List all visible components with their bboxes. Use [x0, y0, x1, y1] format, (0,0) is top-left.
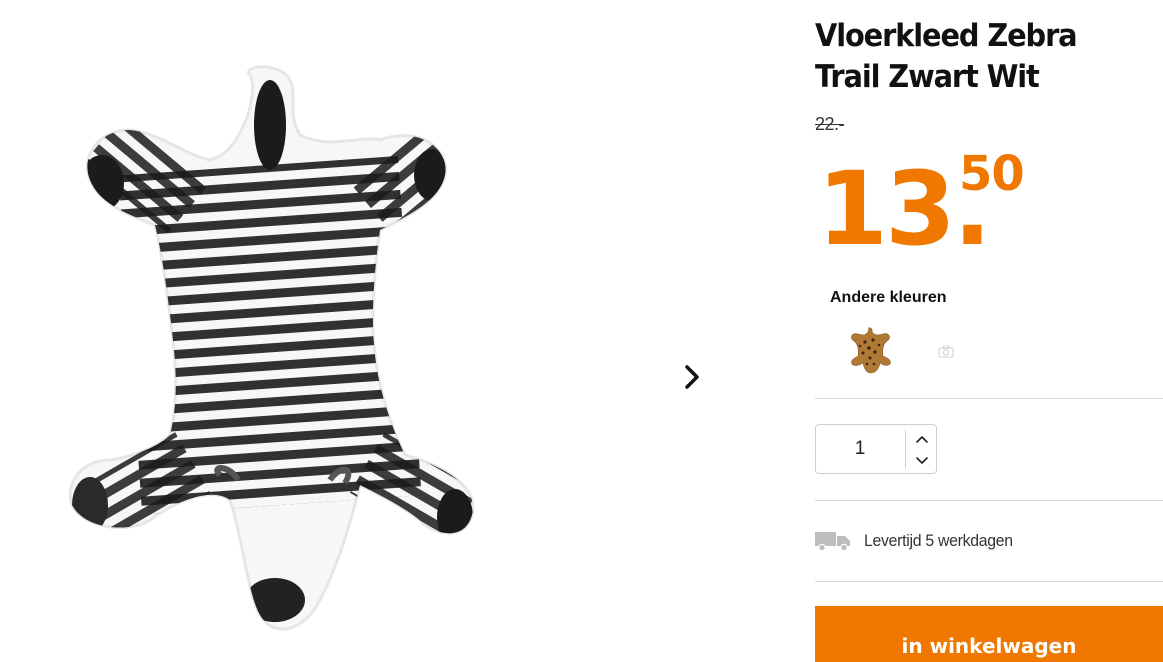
chevron-right-icon: [685, 365, 699, 389]
quantity-increase-button[interactable]: [910, 429, 934, 449]
leopard-rug-thumbnail: [851, 327, 891, 374]
color-swatch-leopard[interactable]: [845, 326, 895, 376]
divider: [815, 581, 1163, 582]
delivery-time-text: Levertijd 5 werkdagen: [864, 531, 1013, 550]
next-image-arrow[interactable]: [676, 360, 708, 394]
chevron-up-icon: [916, 436, 928, 443]
product-info: Vloerkleed Zebra Trail Zwart Wit 22.- 13…: [815, 0, 1163, 662]
product-title: Vloerkleed Zebra Trail Zwart Wit: [815, 18, 1078, 95]
divider: [815, 500, 1163, 501]
other-colors-label: Andere kleuren: [830, 289, 947, 306]
chevron-down-icon: [916, 457, 928, 464]
product-image: [68, 65, 475, 631]
color-swatch-no-image[interactable]: [921, 326, 971, 376]
camera-icon: [938, 345, 954, 357]
delivery-info: Levertijd 5 werkdagen: [815, 528, 1024, 554]
add-to-cart-button[interactable]: in winkelwagen: [815, 606, 1163, 662]
product-gallery: [0, 0, 760, 662]
quantity-input[interactable]: [816, 425, 904, 473]
quantity-stepper[interactable]: [815, 424, 937, 474]
truck-icon: [815, 532, 850, 552]
divider: [815, 398, 1163, 399]
price-decimals: 50: [959, 146, 1025, 202]
stepper-separator: [905, 430, 906, 468]
quantity-decrease-button[interactable]: [910, 451, 934, 471]
old-price: 22.-: [815, 114, 845, 134]
current-price: 13. 50: [817, 150, 1025, 270]
